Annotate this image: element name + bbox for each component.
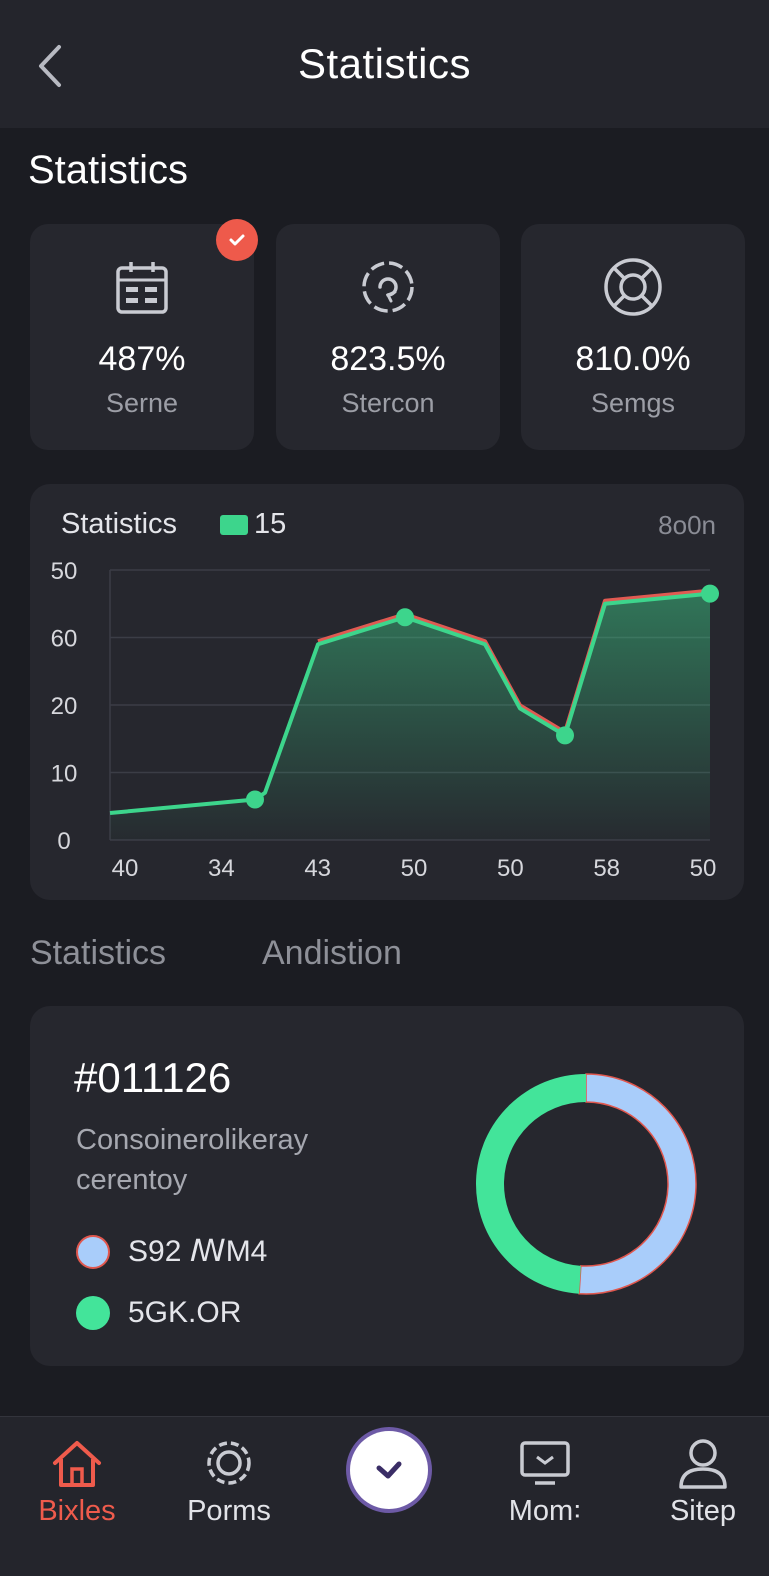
data-point <box>556 726 574 745</box>
nav-item-monitor[interactable]: Mom꞉ <box>468 1417 622 1576</box>
donut-chart <box>476 1073 697 1295</box>
refresh-gear-icon <box>362 261 414 313</box>
nav-center-button[interactable] <box>350 1431 428 1509</box>
donut-legend-item: S92 ꟿM4 <box>76 1234 267 1269</box>
legend-dot <box>76 1296 110 1330</box>
calendar-icon <box>116 262 168 314</box>
donut-card-description: Consoinerolikeray cerentoy <box>76 1124 309 1196</box>
x-tick-label: 40 <box>112 855 139 882</box>
gear-icon <box>207 1441 251 1485</box>
y-tick-label: 10 <box>51 761 78 788</box>
data-point <box>246 790 264 809</box>
section-title: Statistics <box>28 148 189 192</box>
tab-statistics[interactable]: Statistics <box>30 934 166 973</box>
bottom-navigation: Bixles Porms Mom꞉ Sitep <box>0 1416 769 1576</box>
donut-slice <box>476 1074 586 1294</box>
lifebuoy-icon <box>604 258 662 316</box>
x-tick-label: 58 <box>593 855 620 882</box>
tab-andistion[interactable]: Andistion <box>262 934 402 973</box>
stat-value: 810.0% <box>575 340 691 378</box>
area-chart: 50 60 20 10 0 40 34 43 50 50 58 50 <box>51 558 719 882</box>
data-point <box>701 584 719 603</box>
stat-card-3[interactable]: 810.0% Semgs <box>521 224 745 450</box>
stat-card-1[interactable]: 487% Serne <box>30 224 254 450</box>
user-icon <box>679 1439 727 1489</box>
check-icon <box>229 234 245 246</box>
donut-slice <box>578 1073 697 1295</box>
y-tick-label: 60 <box>51 626 78 653</box>
notification-badge <box>216 219 258 261</box>
stat-label: Serne <box>105 388 179 418</box>
data-point <box>396 608 414 627</box>
tab-bar: Statistics Andistion <box>0 934 769 984</box>
stat-card-2[interactable]: 823.5% Stercon <box>276 224 500 450</box>
nav-item-home[interactable]: Bixles <box>0 1417 154 1576</box>
home-icon <box>53 1441 101 1487</box>
chart-card: Statistics 15 8o0n 50 60 20 10 0 40 34 43 50 50 58… <box>30 484 744 900</box>
nav-item-profile[interactable]: Sitep <box>626 1417 769 1576</box>
nav-item-settings[interactable]: Porms <box>152 1417 306 1576</box>
stat-value: 487% <box>98 340 186 378</box>
donut-card-id: #011126 <box>74 1054 232 1101</box>
legend-label: 5GK.OR <box>128 1296 242 1329</box>
nav-label: Porms <box>187 1495 271 1527</box>
legend-dot <box>76 1234 110 1269</box>
x-tick-label: 34 <box>208 855 235 882</box>
x-tick-label: 50 <box>497 855 524 882</box>
stat-label: Semgs <box>590 388 676 418</box>
x-tick-label: 50 <box>401 855 428 882</box>
y-tick-label: 0 <box>57 828 70 855</box>
nav-label: Bixles <box>38 1495 116 1527</box>
nav-label: Mom꞉ <box>508 1495 582 1527</box>
top-app-bar: Statistics <box>0 0 769 128</box>
y-tick-label: 20 <box>51 693 78 720</box>
donut-card: #011126 Consoinerolikeray cerentoy S92 ꟿ… <box>30 1006 744 1366</box>
check-icon <box>376 1461 402 1479</box>
page-title: Statistics <box>297 40 472 87</box>
monitor-icon <box>520 1441 570 1485</box>
y-tick-label: 50 <box>51 558 78 585</box>
nav-label: Sitep <box>669 1495 737 1527</box>
legend-label: S92 ꟿM4 <box>128 1235 268 1268</box>
x-tick-label: 50 <box>690 855 717 882</box>
stat-label: Stercon <box>341 388 435 418</box>
stat-value: 823.5% <box>330 340 446 378</box>
donut-legend-item: 5GK.OR <box>76 1296 241 1330</box>
x-tick-label: 43 <box>304 855 331 882</box>
